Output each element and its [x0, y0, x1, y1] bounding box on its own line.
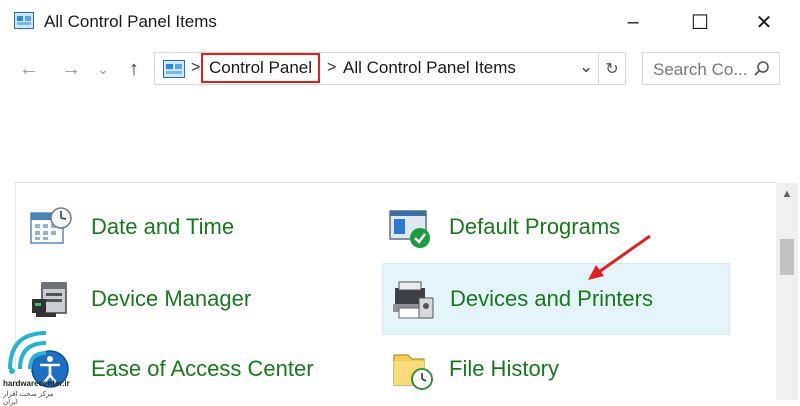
- default-programs-icon: [389, 210, 430, 248]
- item-date-and-time[interactable]: Date and Time: [16, 193, 356, 261]
- item-label[interactable]: Ease of Access Center: [91, 356, 314, 382]
- back-button[interactable]: ←: [18, 56, 40, 82]
- vertical-scrollbar[interactable]: ▲: [776, 183, 798, 400]
- scrollbar-thumb[interactable]: [780, 239, 794, 275]
- window-title: All Control Panel Items: [44, 12, 217, 31]
- item-devices-and-printers[interactable]: Devices and Printers: [382, 263, 730, 335]
- breadcrumb-all-items[interactable]: All Control Panel Items: [343, 58, 516, 78]
- item-label[interactable]: Device Manager: [91, 286, 251, 312]
- close-button[interactable]: ✕: [741, 0, 787, 44]
- search-box[interactable]: Search Co...: [642, 52, 780, 85]
- device-manager-icon: [32, 282, 67, 317]
- item-default-programs[interactable]: Default Programs: [382, 193, 730, 261]
- control-panel-icon: [14, 12, 34, 29]
- title-bar: All Control Panel Items – ☐ ✕: [0, 0, 800, 44]
- calendar-clock-icon: [30, 207, 72, 244]
- watermark-tagline: مرکز سخت افزار ایران: [3, 391, 54, 406]
- annotation-arrow-icon: [588, 234, 651, 280]
- item-file-history[interactable]: File History: [382, 335, 730, 403]
- up-button[interactable]: ↑: [123, 56, 145, 82]
- hardwarecenter-logo-icon: [8, 331, 47, 374]
- breadcrumb-separator-icon: >: [327, 59, 337, 76]
- refresh-button[interactable]: ↻: [598, 52, 626, 85]
- watermark-site: hardwarecenter.ir: [3, 379, 70, 388]
- minimize-button[interactable]: –: [610, 0, 656, 44]
- file-history-icon: [393, 354, 433, 390]
- item-label[interactable]: File History: [449, 356, 559, 382]
- breadcrumb-separator-icon: >: [191, 59, 201, 76]
- watermark-logo: hardwarecenter.ir مرکز سخت افزار ایران: [0, 323, 70, 406]
- forward-button[interactable]: →: [60, 56, 82, 82]
- items-pane: Date and Time Default Programs Device Ma…: [15, 182, 776, 401]
- item-label[interactable]: Devices and Printers: [450, 286, 653, 312]
- item-label[interactable]: Date and Time: [91, 214, 234, 240]
- address-dropdown-icon[interactable]: ⌄: [579, 57, 593, 77]
- scroll-up-icon[interactable]: ▲: [776, 183, 798, 205]
- address-bar[interactable]: > Control Panel > All Control Panel Item…: [154, 52, 599, 85]
- printer-icon: [393, 281, 434, 319]
- breadcrumb-control-panel[interactable]: Control Panel: [201, 53, 321, 83]
- search-icon: [754, 61, 769, 76]
- control-panel-icon: [163, 60, 185, 78]
- maximize-button[interactable]: ☐: [677, 0, 723, 44]
- search-input[interactable]: Search Co...: [653, 60, 748, 80]
- recent-locations-button[interactable]: ⌄: [96, 56, 110, 82]
